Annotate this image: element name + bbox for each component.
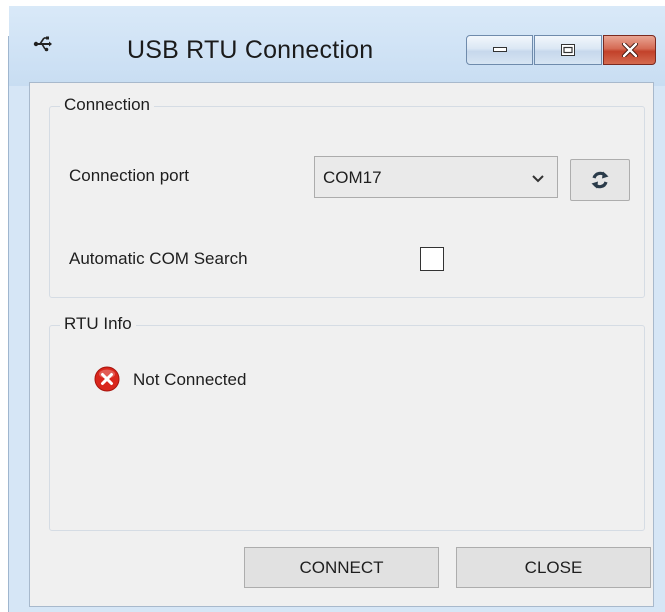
maximize-icon xyxy=(561,44,575,56)
title-bar[interactable]: USB RTU Connection xyxy=(9,6,665,86)
close-window-button[interactable] xyxy=(603,35,656,65)
connection-port-select[interactable]: COM17 xyxy=(314,156,558,198)
connection-status-text: Not Connected xyxy=(133,370,247,389)
usb-icon xyxy=(33,34,53,54)
minimize-icon xyxy=(492,47,507,52)
connection-group-title: Connection xyxy=(60,95,155,115)
maximize-button[interactable] xyxy=(534,35,602,65)
dialog-client-area: Connection Connection port COM17 Automat… xyxy=(29,82,654,607)
close-icon xyxy=(621,43,638,57)
chevron-down-icon xyxy=(531,171,545,189)
rtu-info-group: RTU Info Not Connected xyxy=(49,314,645,531)
caption-buttons xyxy=(466,35,656,65)
connect-button[interactable]: CONNECT xyxy=(244,547,439,588)
error-icon xyxy=(94,366,120,397)
refresh-icon xyxy=(591,171,609,189)
connection-port-value: COM17 xyxy=(323,168,382,187)
minimize-button[interactable] xyxy=(466,35,533,65)
connection-port-label: Connection port xyxy=(69,166,190,185)
rtu-info-group-title: RTU Info xyxy=(60,314,136,334)
refresh-ports-button[interactable] xyxy=(570,159,630,201)
automatic-com-search-label: Automatic COM Search xyxy=(69,249,248,268)
usb-rtu-connection-window: USB RTU Connection Connection Connection… xyxy=(1,6,665,612)
close-button[interactable]: CLOSE xyxy=(456,547,651,588)
automatic-com-search-checkbox[interactable] xyxy=(420,247,444,271)
connection-group: Connection Connection port COM17 Automat… xyxy=(49,95,645,298)
window-title: USB RTU Connection xyxy=(127,36,374,64)
